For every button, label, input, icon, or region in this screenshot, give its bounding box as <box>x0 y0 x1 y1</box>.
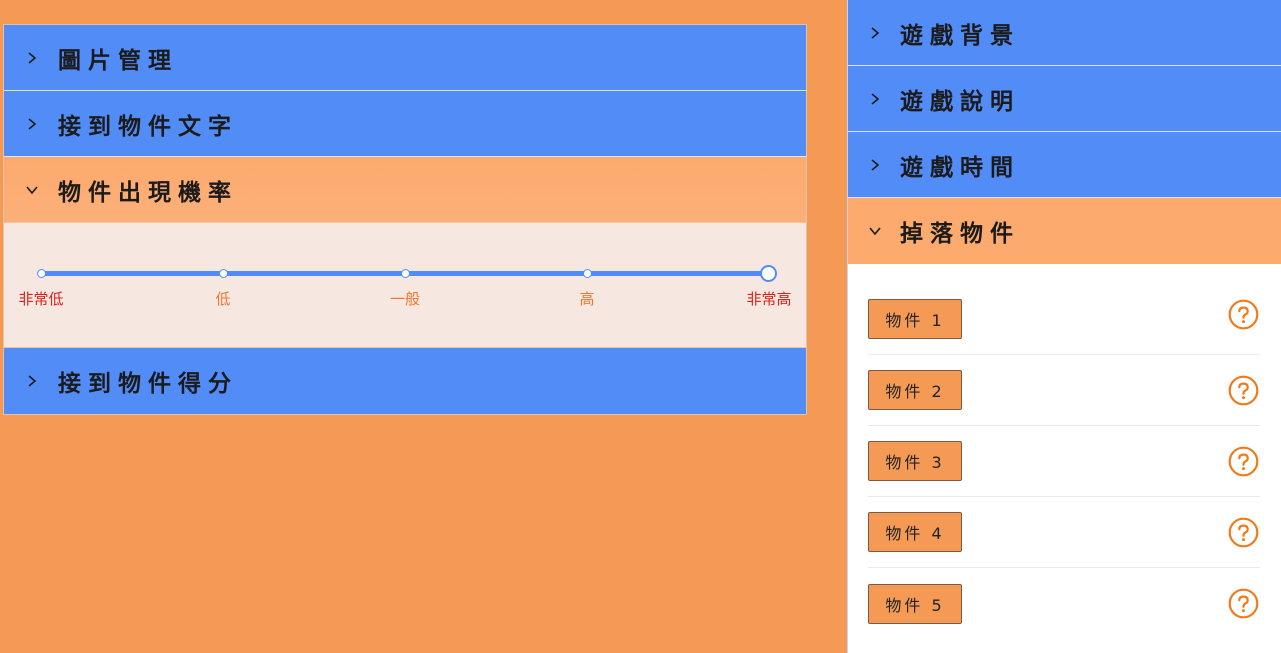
slider-handle[interactable] <box>760 265 777 282</box>
help-circle-icon[interactable] <box>1228 375 1259 406</box>
chevron-right-icon <box>848 26 900 40</box>
slider-stop[interactable] <box>37 269 46 278</box>
slider-label-high[interactable]: 高 <box>579 288 594 309</box>
object-5-button[interactable]: 物件 5 <box>868 583 962 624</box>
list-item: 物件 1 <box>868 289 1260 355</box>
chevron-right-icon <box>848 92 900 106</box>
section-title: 遊戲時間 <box>900 154 1020 181</box>
list-item: 物件 3 <box>868 426 1260 497</box>
section-title: 遊戲背景 <box>900 22 1020 49</box>
chevron-right-icon <box>4 117 58 131</box>
section-game-instructions[interactable]: 遊戲說明 <box>848 66 1281 132</box>
object-4-button[interactable]: 物件 4 <box>868 512 962 552</box>
help-circle-icon[interactable] <box>1228 588 1259 619</box>
section-title: 接到物件得分 <box>58 371 238 397</box>
chevron-right-icon <box>4 51 58 65</box>
section-game-background[interactable]: 遊戲背景 <box>848 0 1281 66</box>
object-list: 物件 1 物件 2 物件 3 物件 4 物件 5 <box>848 264 1281 639</box>
object-2-button[interactable]: 物件 2 <box>868 370 962 410</box>
slider-stop[interactable] <box>219 269 228 278</box>
slider-label-very-high[interactable]: 非常高 <box>746 288 791 309</box>
section-title: 掉落物件 <box>900 221 1020 247</box>
probability-slider: 非常低 低 一般 高 非常高 <box>4 223 806 348</box>
chevron-right-icon <box>848 158 900 172</box>
chevron-down-icon <box>848 224 900 238</box>
section-image-management[interactable]: 圖片管理 <box>4 25 806 91</box>
section-title: 物件出現機率 <box>58 179 238 206</box>
slider-stop[interactable] <box>401 269 410 278</box>
section-falling-objects[interactable]: 掉落物件 <box>848 198 1281 264</box>
slider-stop[interactable] <box>583 269 592 278</box>
section-catch-text[interactable]: 接到物件文字 <box>4 91 806 157</box>
slider-label-very-low[interactable]: 非常低 <box>18 288 63 309</box>
section-game-time[interactable]: 遊戲時間 <box>848 132 1281 198</box>
section-spawn-probability[interactable]: 物件出現機率 <box>4 157 806 223</box>
list-item: 物件 4 <box>868 497 1260 568</box>
settings-panel: 遊戲背景 遊戲說明 遊戲時間 掉落物件 物件 1 物件 2 物件 3 物件 4 … <box>847 0 1281 653</box>
chevron-down-icon <box>4 183 58 197</box>
section-title: 接到物件文字 <box>58 113 238 140</box>
object-1-button[interactable]: 物件 1 <box>868 299 962 339</box>
object-3-button[interactable]: 物件 3 <box>868 441 962 481</box>
probability-panel: 圖片管理 接到物件文字 物件出現機率 非常低 低 一般 高 非常高 接到物件得分 <box>3 24 807 415</box>
section-title: 圖片管理 <box>58 47 178 74</box>
slider-label-normal[interactable]: 一般 <box>390 288 420 309</box>
help-circle-icon[interactable] <box>1228 446 1259 477</box>
help-circle-icon[interactable] <box>1228 299 1259 330</box>
chevron-right-icon <box>4 374 58 388</box>
help-circle-icon[interactable] <box>1228 517 1259 548</box>
list-item: 物件 2 <box>868 355 1260 426</box>
slider-label-low[interactable]: 低 <box>215 288 230 309</box>
list-item: 物件 5 <box>868 568 1260 639</box>
section-catch-score[interactable]: 接到物件得分 <box>4 348 806 414</box>
section-title: 遊戲說明 <box>900 88 1020 115</box>
